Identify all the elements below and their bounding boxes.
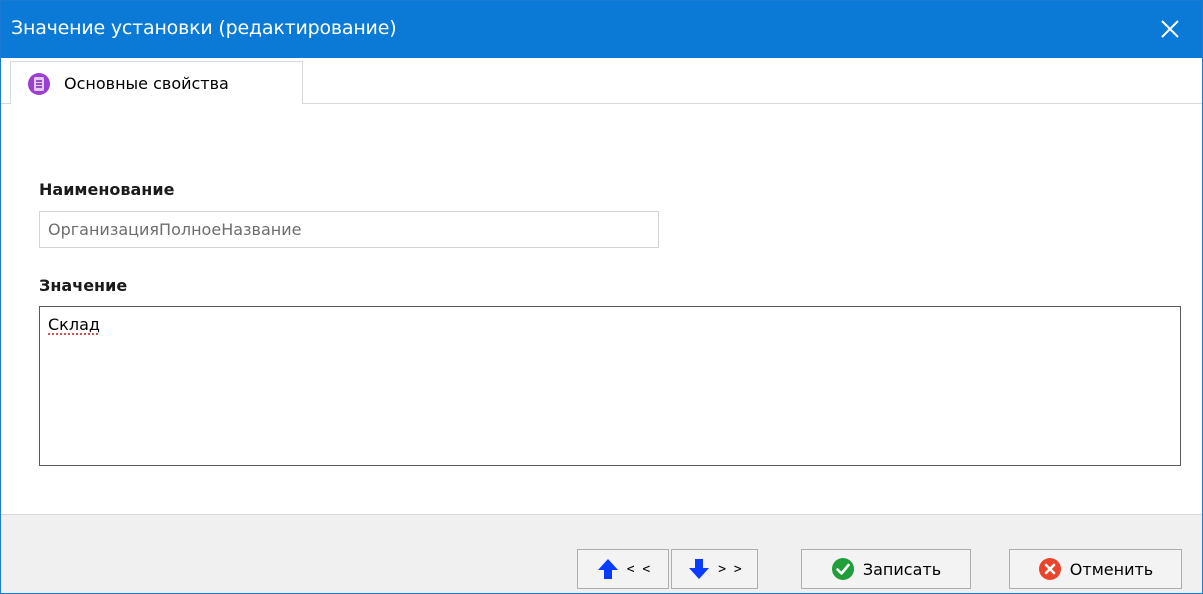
cancel-label: Отменить	[1069, 559, 1154, 579]
save-button[interactable]: Записать	[801, 549, 971, 589]
tab-strip: Основные свойства	[1, 58, 1202, 105]
list-document-icon	[28, 72, 50, 95]
value-text: Склад	[48, 315, 100, 334]
form-panel: Наименование ОрганизацияПолноеНазвание З…	[10, 104, 1193, 514]
tab-label: Основные свойства	[64, 74, 229, 93]
arrow-up-icon	[597, 559, 618, 579]
name-label: Наименование	[39, 180, 175, 199]
dialog-window: Значение установки (редактирование) Осно…	[0, 0, 1203, 594]
button-bar: < < > > Записать Отменить	[1, 514, 1202, 593]
value-textarea[interactable]: Склад	[39, 306, 1181, 466]
close-button[interactable]	[1152, 11, 1188, 47]
arrow-down-icon	[689, 559, 710, 579]
tab-main-properties[interactable]: Основные свойства	[10, 61, 303, 105]
title-bar[interactable]: Значение установки (редактирование)	[1, 1, 1202, 58]
close-icon	[1161, 20, 1179, 38]
previous-record-button[interactable]: < <	[577, 549, 669, 589]
window-title: Значение установки (редактирование)	[11, 17, 397, 39]
cancel-button[interactable]: Отменить	[1009, 549, 1182, 589]
next-record-button[interactable]: > >	[671, 549, 758, 589]
value-label: Значение	[39, 276, 128, 295]
name-field[interactable]: ОрганизацияПолноеНазвание	[39, 211, 659, 248]
save-label: Записать	[862, 559, 942, 579]
cancel-icon	[1038, 558, 1061, 580]
check-icon	[831, 558, 854, 580]
previous-label: < <	[626, 561, 651, 577]
next-label: > >	[718, 561, 742, 577]
